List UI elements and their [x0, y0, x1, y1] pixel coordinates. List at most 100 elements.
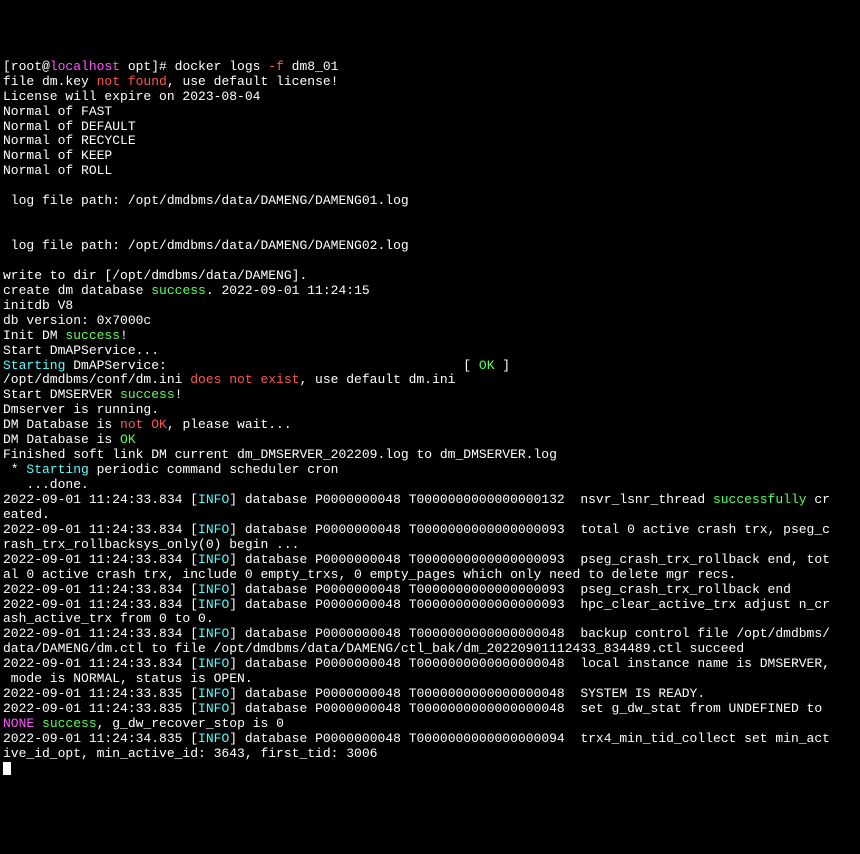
terminal-text: License will expire on 2023-08-04 — [3, 89, 260, 104]
terminal-line: Normal of DEFAULT — [3, 120, 857, 135]
terminal-text: INFO — [198, 731, 229, 746]
terminal-text: rash_trx_rollbacksys_only(0) begin ... — [3, 537, 299, 552]
terminal-text: INFO — [198, 656, 229, 671]
terminal-text: cr — [807, 492, 830, 507]
terminal-line: al 0 active crash trx, include 0 empty_t… — [3, 568, 857, 583]
terminal-text: 2022-09-01 11:24:33.834 [ — [3, 492, 198, 507]
terminal-text: -f — [268, 59, 284, 74]
terminal-text: NONE — [3, 716, 34, 731]
terminal-text: does not exist — [190, 372, 299, 387]
terminal-text: success — [65, 328, 120, 343]
terminal-line — [3, 179, 857, 194]
terminal-text: 2022-09-01 11:24:33.834 [ — [3, 552, 198, 567]
terminal-text: INFO — [198, 492, 229, 507]
terminal-line: License will expire on 2023-08-04 — [3, 90, 857, 105]
terminal-text: Dmserver is running. — [3, 402, 159, 417]
terminal-line: NONE success, g_dw_recover_stop is 0 — [3, 717, 857, 732]
terminal-text: Starting — [3, 358, 65, 373]
terminal-line: 2022-09-01 11:24:33.835 [INFO] database … — [3, 687, 857, 702]
terminal-text: Normal of ROLL — [3, 163, 112, 178]
terminal-line: 2022-09-01 11:24:33.834 [INFO] database … — [3, 523, 857, 538]
terminal-line: log file path: /opt/dmdbms/data/DAMENG/D… — [3, 194, 857, 209]
terminal-text: ] database P0000000048 T0000000000000000… — [229, 552, 830, 567]
terminal-line: db version: 0x7000c — [3, 314, 857, 329]
terminal-text: ] database P0000000048 T0000000000000000… — [229, 731, 830, 746]
terminal-text: 2022-09-01 11:24:33.834 [ — [3, 626, 198, 641]
terminal-line: DM Database is not OK, please wait... — [3, 418, 857, 433]
terminal-text: eated. — [3, 507, 50, 522]
terminal-text: DM Database is — [3, 432, 120, 447]
terminal-text: ! — [175, 387, 183, 402]
terminal-text: log file path: /opt/dmdbms/data/DAMENG/D… — [3, 238, 409, 253]
terminal-text: INFO — [198, 597, 229, 612]
terminal-text: success — [151, 283, 206, 298]
terminal-line: 2022-09-01 11:24:34.835 [INFO] database … — [3, 732, 857, 747]
terminal-line: /opt/dmdbms/conf/dm.ini does not exist, … — [3, 373, 857, 388]
terminal-text: , please wait... — [167, 417, 292, 432]
terminal-text: ash_active_trx from 0 to 0. — [3, 611, 214, 626]
terminal-line: Normal of RECYCLE — [3, 134, 857, 149]
terminal-line: Finished soft link DM current dm_DMSERVE… — [3, 448, 857, 463]
terminal-line: Normal of FAST — [3, 105, 857, 120]
terminal-text: ] database P0000000048 T0000000000000000… — [229, 522, 830, 537]
terminal-text: dm8_01 — [284, 59, 339, 74]
terminal-line: Start DmAPService... — [3, 344, 857, 359]
terminal-text: INFO — [198, 686, 229, 701]
terminal-text: 2022-09-01 11:24:33.834 [ — [3, 656, 198, 671]
terminal-text: successfully — [713, 492, 807, 507]
terminal-line: 2022-09-01 11:24:33.834 [INFO] database … — [3, 657, 857, 672]
cursor — [3, 762, 11, 775]
terminal-text: Normal of KEEP — [3, 148, 112, 163]
terminal-text: ] database P0000000048 T0000000000000000… — [229, 656, 830, 671]
terminal-line: 2022-09-01 11:24:33.834 [INFO] database … — [3, 493, 857, 508]
terminal-line: ash_active_trx from 0 to 0. — [3, 612, 857, 627]
terminal-cursor-line — [3, 762, 857, 780]
terminal-text: db version: 0x7000c — [3, 313, 151, 328]
terminal-line — [3, 224, 857, 239]
terminal-line: ive_id_opt, min_active_id: 3643, first_t… — [3, 747, 857, 762]
terminal-line: Init DM success! — [3, 329, 857, 344]
terminal-line: * Starting periodic command scheduler cr… — [3, 463, 857, 478]
terminal-text: ...done. — [3, 477, 89, 492]
terminal-text: INFO — [198, 626, 229, 641]
terminal-text: not found — [97, 74, 167, 89]
terminal-text — [34, 716, 42, 731]
terminal-text: , g_dw_recover_stop is 0 — [97, 716, 284, 731]
terminal-text: Starting — [26, 462, 88, 477]
terminal-text: [root@ — [3, 59, 50, 74]
terminal-text: ! — [120, 328, 128, 343]
terminal-text: ] database P0000000048 T0000000000000000… — [229, 582, 791, 597]
terminal-line: data/DAMENG/dm.ctl to file /opt/dmdbms/d… — [3, 642, 857, 657]
terminal-text: ] database P0000000048 T0000000000000000… — [229, 626, 830, 641]
terminal-text: /opt/dmdbms/conf/dm.ini — [3, 372, 190, 387]
terminal-text: ] — [495, 358, 511, 373]
terminal-line: ...done. — [3, 478, 857, 493]
terminal-text: ] database P0000000048 T0000000000000000… — [229, 686, 705, 701]
terminal-line — [3, 254, 857, 269]
terminal-text: 2022-09-01 11:24:33.834 [ — [3, 522, 198, 537]
terminal-line: 2022-09-01 11:24:33.834 [INFO] database … — [3, 583, 857, 598]
terminal-output[interactable]: [root@localhost opt]# docker logs -f dm8… — [0, 60, 860, 780]
terminal-line: [root@localhost opt]# docker logs -f dm8… — [3, 60, 857, 75]
terminal-line: Starting DmAPService: [ OK ] — [3, 359, 857, 374]
terminal-text: log file path: /opt/dmdbms/data/DAMENG/D… — [3, 193, 409, 208]
terminal-text: periodic command scheduler cron — [89, 462, 339, 477]
terminal-text: ] database P0000000048 T0000000000000000… — [229, 597, 830, 612]
terminal-text: opt]# docker logs — [120, 59, 268, 74]
terminal-text: mode is NORMAL, status is OPEN. — [3, 671, 253, 686]
terminal-text: DM Database is — [3, 417, 120, 432]
terminal-text: Init DM — [3, 328, 65, 343]
terminal-line: file dm.key not found, use default licen… — [3, 75, 857, 90]
terminal-text: Start DMSERVER — [3, 387, 120, 402]
terminal-line: 2022-09-01 11:24:33.834 [INFO] database … — [3, 598, 857, 613]
terminal-text: data/DAMENG/dm.ctl to file /opt/dmdbms/d… — [3, 641, 744, 656]
terminal-text: initdb V8 — [3, 298, 73, 313]
terminal-line: create dm database success. 2022-09-01 1… — [3, 284, 857, 299]
terminal-text: write to dir [/opt/dmdbms/data/DAMENG]. — [3, 268, 307, 283]
terminal-text: Normal of FAST — [3, 104, 112, 119]
terminal-line: 2022-09-01 11:24:33.834 [INFO] database … — [3, 627, 857, 642]
terminal-line: DM Database is OK — [3, 433, 857, 448]
terminal-line: 2022-09-01 11:24:33.834 [INFO] database … — [3, 553, 857, 568]
terminal-text: 2022-09-01 11:24:33.834 [ — [3, 582, 198, 597]
terminal-line: Normal of ROLL — [3, 164, 857, 179]
